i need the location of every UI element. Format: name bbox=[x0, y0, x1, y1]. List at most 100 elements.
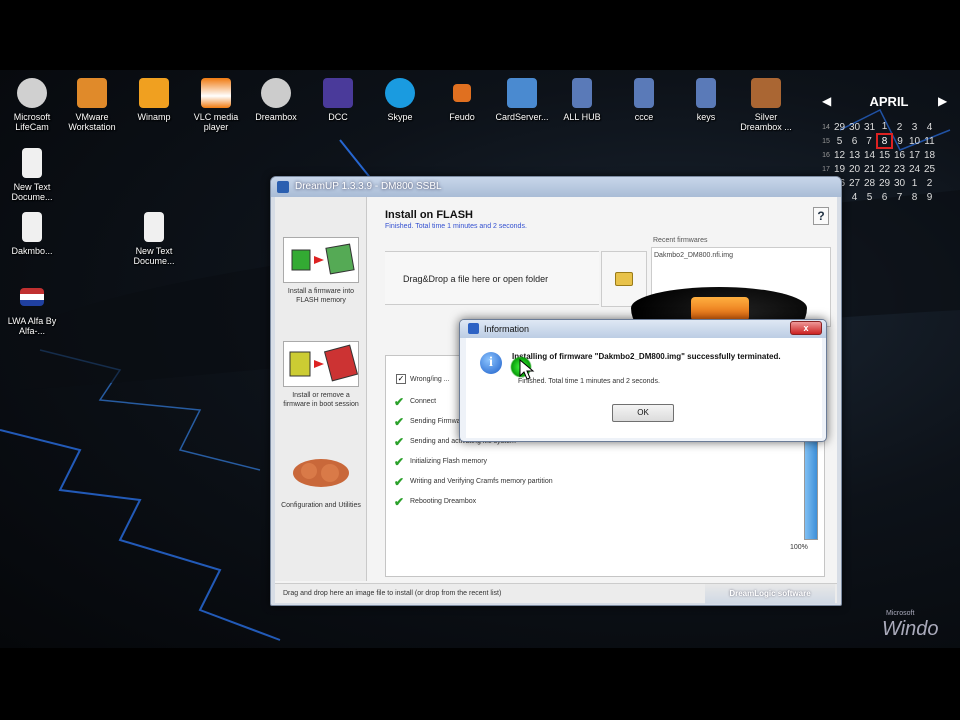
windows-logo-text: Windo bbox=[882, 618, 939, 640]
desktop-icon-label: Dreambox bbox=[255, 112, 297, 122]
calendar-day[interactable]: 9 bbox=[922, 190, 937, 204]
left-nav-pane: Install a firmware into FLASH memory Ins… bbox=[275, 197, 367, 581]
desktop-icon-all-hub[interactable]: ALL HUB bbox=[550, 78, 614, 122]
checkmark-icon: ✔ bbox=[394, 415, 405, 429]
desktop-icon-text-document-2[interactable]: New Text Docume... bbox=[122, 212, 186, 266]
boot-firmware-button[interactable]: Install or remove a firmware in boot ses… bbox=[281, 341, 361, 409]
list-item[interactable]: Dakmbo2_DM800.nfi.img bbox=[654, 252, 733, 259]
window-title-bar[interactable]: DreamUP 1.3.3.9 - DM800 SSBL bbox=[271, 177, 841, 197]
calendar-day[interactable]: 19 bbox=[832, 162, 847, 176]
calendar-day[interactable]: 18 bbox=[922, 148, 937, 162]
desktop-icon-silver-dreambox[interactable]: Silver Dreambox ... bbox=[734, 78, 798, 132]
calendar-day[interactable]: 29 bbox=[877, 176, 892, 190]
calendar-day[interactable]: 7 bbox=[892, 190, 907, 204]
desktop-icon-winamp[interactable]: Winamp bbox=[122, 78, 186, 122]
calendar-day[interactable]: 14 bbox=[862, 148, 877, 162]
folder-stack-icon bbox=[696, 78, 716, 108]
desktop-icon-vlc[interactable]: VLC media player bbox=[184, 78, 248, 132]
calendar-day[interactable]: 10 bbox=[907, 134, 922, 148]
calendar-day[interactable]: 20 bbox=[847, 162, 862, 176]
cardserver-icon bbox=[507, 78, 537, 108]
step-label: Rebooting Dreambox bbox=[410, 498, 477, 505]
dialog-close-button[interactable]: x bbox=[790, 321, 822, 335]
desktop-icon-label: CardServer... bbox=[495, 112, 549, 122]
calendar-day[interactable]: 5 bbox=[832, 134, 847, 148]
configuration-button[interactable]: Configuration and Utilities bbox=[281, 451, 361, 510]
calendar-day[interactable]: 23 bbox=[892, 162, 907, 176]
calendar-day[interactable]: 25 bbox=[922, 162, 937, 176]
step-item: ✔ Writing and Verifying Cramfs memory par… bbox=[394, 475, 553, 489]
windows-logo-small: Microsoft bbox=[886, 610, 915, 617]
calendar-day[interactable]: 21 bbox=[862, 162, 877, 176]
install-flash-button[interactable]: Install a firmware into FLASH memory bbox=[281, 237, 361, 305]
calendar-day[interactable]: 31 bbox=[862, 120, 877, 134]
desktop-icon-label: Skype bbox=[387, 112, 413, 122]
calendar-day[interactable]: 13 bbox=[847, 148, 862, 162]
calendar-day[interactable]: 2 bbox=[922, 176, 937, 190]
help-button[interactable]: ? bbox=[813, 207, 829, 225]
checkmark-icon: ✔ bbox=[394, 395, 405, 409]
document-icon bbox=[22, 212, 42, 242]
ok-button[interactable]: OK bbox=[612, 404, 674, 422]
dialog-title: Information bbox=[484, 324, 530, 334]
erase-checkbox-label: Wrong/ing ... bbox=[410, 376, 450, 383]
calendar-day[interactable]: 1 bbox=[877, 120, 892, 134]
calendar-day[interactable]: 29 bbox=[832, 120, 847, 134]
vmware-icon bbox=[77, 78, 107, 108]
calendar-day[interactable]: 8 bbox=[907, 190, 922, 204]
desktop-icon-dcc[interactable]: DCC bbox=[306, 78, 370, 122]
status-bar: Drag and drop here an image file to inst… bbox=[275, 583, 837, 604]
calendar-day[interactable]: 6 bbox=[847, 134, 862, 148]
step-item: ✔ Sending Firmware bbox=[394, 415, 467, 429]
step-label: Sending Firmware bbox=[410, 418, 467, 425]
desktop-icon-cardserver[interactable]: CardServer... bbox=[490, 78, 554, 122]
calendar-day[interactable]: 30 bbox=[847, 120, 862, 134]
window-title: DreamUP 1.3.3.9 - DM800 SSBL bbox=[295, 181, 442, 192]
calendar-day[interactable]: 30 bbox=[892, 176, 907, 190]
calendar-day[interactable]: 6 bbox=[877, 190, 892, 204]
calendar-day[interactable]: 27 bbox=[847, 176, 862, 190]
calendar-day[interactable]: 15 bbox=[877, 148, 892, 162]
info-icon: i bbox=[480, 352, 502, 374]
desktop-icon-lwa-alfa[interactable]: LWA Alfa By Alfa-... bbox=[0, 282, 64, 336]
checkmark-icon: ✔ bbox=[394, 475, 405, 489]
calendar-day[interactable]: 5 bbox=[862, 190, 877, 204]
calendar-day[interactable]: 16 bbox=[892, 148, 907, 162]
desktop-icon-lifecam[interactable]: Microsoft LifeCam bbox=[0, 78, 64, 132]
step-label: Writing and Verifying Cramfs memory part… bbox=[410, 478, 553, 485]
desktop-icon-vmware[interactable]: VMware Workstation bbox=[60, 78, 124, 132]
desktop-icon-text-document[interactable]: New Text Docume... bbox=[0, 148, 64, 202]
desktop-icon-label: Feudo bbox=[449, 112, 475, 122]
calendar-day[interactable]: 9 bbox=[892, 134, 907, 148]
calendar-day[interactable]: 4 bbox=[922, 120, 937, 134]
satellite-dish-icon bbox=[261, 78, 291, 108]
calendar-day[interactable]: 22 bbox=[877, 162, 892, 176]
calendar-next-icon[interactable]: ▶ bbox=[938, 94, 947, 108]
calendar-day[interactable]: 2 bbox=[892, 120, 907, 134]
dialog-title-bar[interactable]: Information x bbox=[460, 320, 826, 338]
calendar-day[interactable]: 24 bbox=[907, 162, 922, 176]
desktop-icon-feudo[interactable]: Feudo bbox=[430, 78, 494, 122]
desktop-icon-ccce[interactable]: ccce bbox=[612, 78, 676, 122]
desktop-icon-keys[interactable]: keys bbox=[674, 78, 738, 122]
folder-icon bbox=[615, 272, 633, 286]
calendar-day[interactable]: 17 bbox=[907, 148, 922, 162]
calendar-day[interactable]: 12 bbox=[832, 148, 847, 162]
calendar-day[interactable]: 7 bbox=[862, 134, 877, 148]
status-text: Drag and drop here an image file to inst… bbox=[283, 590, 502, 597]
brand-button[interactable]: DreamLogic software bbox=[705, 584, 835, 604]
drop-zone[interactable]: Drag&Drop a file here or open folder bbox=[385, 251, 599, 305]
week-number: 14 bbox=[822, 123, 830, 131]
calendar-day[interactable]: 4 bbox=[847, 190, 862, 204]
desktop-icon-dreambox[interactable]: Dreambox bbox=[244, 78, 308, 122]
calendar-day[interactable]: 11 bbox=[922, 134, 937, 148]
calendar-day[interactable]: 1 bbox=[907, 176, 922, 190]
calendar-day[interactable]: 3 bbox=[907, 120, 922, 134]
erase-checkbox[interactable]: ✓ bbox=[396, 374, 406, 384]
desktop-icon-document[interactable]: Dakmbo... bbox=[0, 212, 64, 256]
checkmark-icon: ✔ bbox=[394, 495, 405, 509]
calendar-day[interactable]: 28 bbox=[862, 176, 877, 190]
calendar-day[interactable]: 8 bbox=[876, 133, 893, 149]
desktop-icon-skype[interactable]: Skype bbox=[368, 78, 432, 122]
desktop-icon-label: ccce bbox=[634, 112, 654, 122]
